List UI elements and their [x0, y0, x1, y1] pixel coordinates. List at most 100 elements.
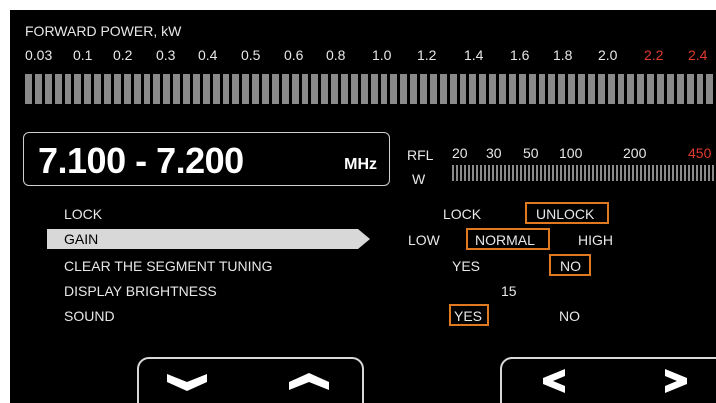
meter-segment	[684, 165, 686, 181]
reflected-power-bargraph	[452, 165, 716, 181]
menu-item-gain[interactable]: GAIN	[64, 231, 98, 247]
meter-segment	[628, 165, 630, 181]
meter-segment	[281, 74, 289, 104]
menu-item-clear-segment[interactable]: CLEAR THE SEGMENT TUNING	[64, 258, 272, 274]
meter-segment	[242, 74, 250, 104]
meter-segment	[74, 74, 82, 104]
meter-segment	[696, 74, 704, 104]
chevron-left-icon[interactable]	[540, 367, 570, 395]
meter-segment	[183, 74, 190, 104]
meter-segment	[544, 165, 546, 181]
rfl-scale-1: 30	[486, 145, 502, 161]
meter-segment	[321, 74, 329, 104]
meter-segment	[556, 165, 558, 181]
meter-segment	[657, 74, 664, 104]
option-lock[interactable]: LOCK	[443, 206, 481, 222]
meter-segment	[370, 74, 378, 104]
amplifier-screen: FORWARD POWER, kW 0.03 0.1 0.2 0.3 0.4 0…	[10, 10, 716, 403]
meter-segment	[163, 74, 171, 104]
fp-scale-5: 0.5	[241, 47, 261, 63]
meter-segment	[648, 165, 650, 181]
meter-segment	[449, 74, 457, 104]
meter-segment	[558, 74, 566, 104]
meter-segment	[468, 165, 470, 181]
meter-segment	[44, 74, 52, 104]
rfl-label: RFL	[407, 147, 434, 163]
meter-segment	[578, 74, 585, 104]
meter-segment	[84, 74, 92, 104]
meter-segment	[496, 165, 498, 181]
brightness-value[interactable]: 15	[501, 283, 517, 299]
menu-item-display-brightness[interactable]: DISPLAY BRIGHTNESS	[64, 283, 217, 299]
option-gain-normal[interactable]: NORMAL	[475, 232, 535, 248]
meter-segment	[580, 165, 582, 181]
meter-segment	[380, 74, 388, 104]
meter-segment	[536, 165, 538, 181]
meter-segment	[492, 165, 494, 181]
meter-segment	[34, 74, 42, 104]
meter-segment	[479, 74, 487, 104]
chevron-right-icon[interactable]	[660, 367, 690, 395]
meter-segment	[600, 165, 602, 181]
option-unlock[interactable]: UNLOCK	[536, 206, 594, 222]
chevron-up-icon[interactable]	[287, 371, 331, 393]
meter-segment	[704, 165, 706, 181]
meter-segment	[133, 74, 141, 104]
option-gain-high[interactable]: HIGH	[578, 232, 613, 248]
fp-scale-6: 0.6	[284, 47, 304, 63]
meter-segment	[301, 74, 309, 104]
meter-segment	[528, 165, 530, 181]
meter-segment	[518, 74, 526, 104]
meter-segment	[484, 165, 486, 181]
meter-segment	[488, 165, 490, 181]
meter-segment	[480, 165, 482, 181]
meter-segment	[552, 165, 554, 181]
meter-segment	[672, 165, 674, 181]
meter-segment	[540, 165, 542, 181]
frequency-display: 7.100 - 7.200 MHz	[23, 132, 390, 186]
meter-segment	[612, 165, 614, 181]
menu-item-sound[interactable]: SOUND	[64, 308, 115, 324]
meter-segment	[360, 74, 368, 104]
meter-segment	[617, 74, 625, 104]
meter-segment	[350, 74, 358, 104]
meter-segment	[311, 74, 319, 104]
option-sound-yes[interactable]: YES	[454, 308, 482, 324]
rfl-scale-4: 200	[623, 145, 647, 161]
meter-segment	[660, 165, 662, 181]
meter-segment	[262, 74, 269, 104]
forward-power-bargraph	[25, 74, 716, 104]
meter-segment	[469, 74, 477, 104]
option-sound-no[interactable]: NO	[559, 308, 580, 324]
fp-scale-7: 0.8	[326, 47, 346, 63]
meter-segment	[640, 165, 642, 181]
meter-segment	[616, 165, 618, 181]
meter-segment	[94, 74, 101, 104]
option-clear-yes[interactable]: YES	[452, 258, 480, 274]
meter-segment	[420, 74, 427, 104]
chevron-down-icon[interactable]	[165, 371, 209, 393]
left-right-button-group	[500, 357, 716, 403]
rfl-scale-0: 20	[452, 145, 468, 161]
meter-segment	[548, 74, 556, 104]
meter-segment	[712, 165, 714, 181]
meter-segment	[632, 165, 634, 181]
meter-segment	[696, 165, 698, 181]
meter-segment	[604, 165, 606, 181]
meter-segment	[123, 74, 131, 104]
meter-segment	[460, 165, 462, 181]
meter-segment	[508, 165, 510, 181]
meter-segment	[291, 74, 299, 104]
option-clear-no[interactable]: NO	[560, 258, 581, 274]
meter-segment	[706, 74, 714, 104]
meter-segment	[688, 165, 690, 181]
meter-segment	[666, 74, 674, 104]
meter-segment	[624, 165, 626, 181]
fp-scale-9: 1.2	[417, 47, 437, 63]
meter-segment	[499, 74, 506, 104]
meter-segment	[252, 74, 259, 104]
rfl-unit: W	[412, 171, 426, 187]
meter-segment	[692, 165, 694, 181]
menu-item-lock[interactable]: LOCK	[64, 206, 102, 222]
option-gain-low[interactable]: LOW	[408, 232, 440, 248]
